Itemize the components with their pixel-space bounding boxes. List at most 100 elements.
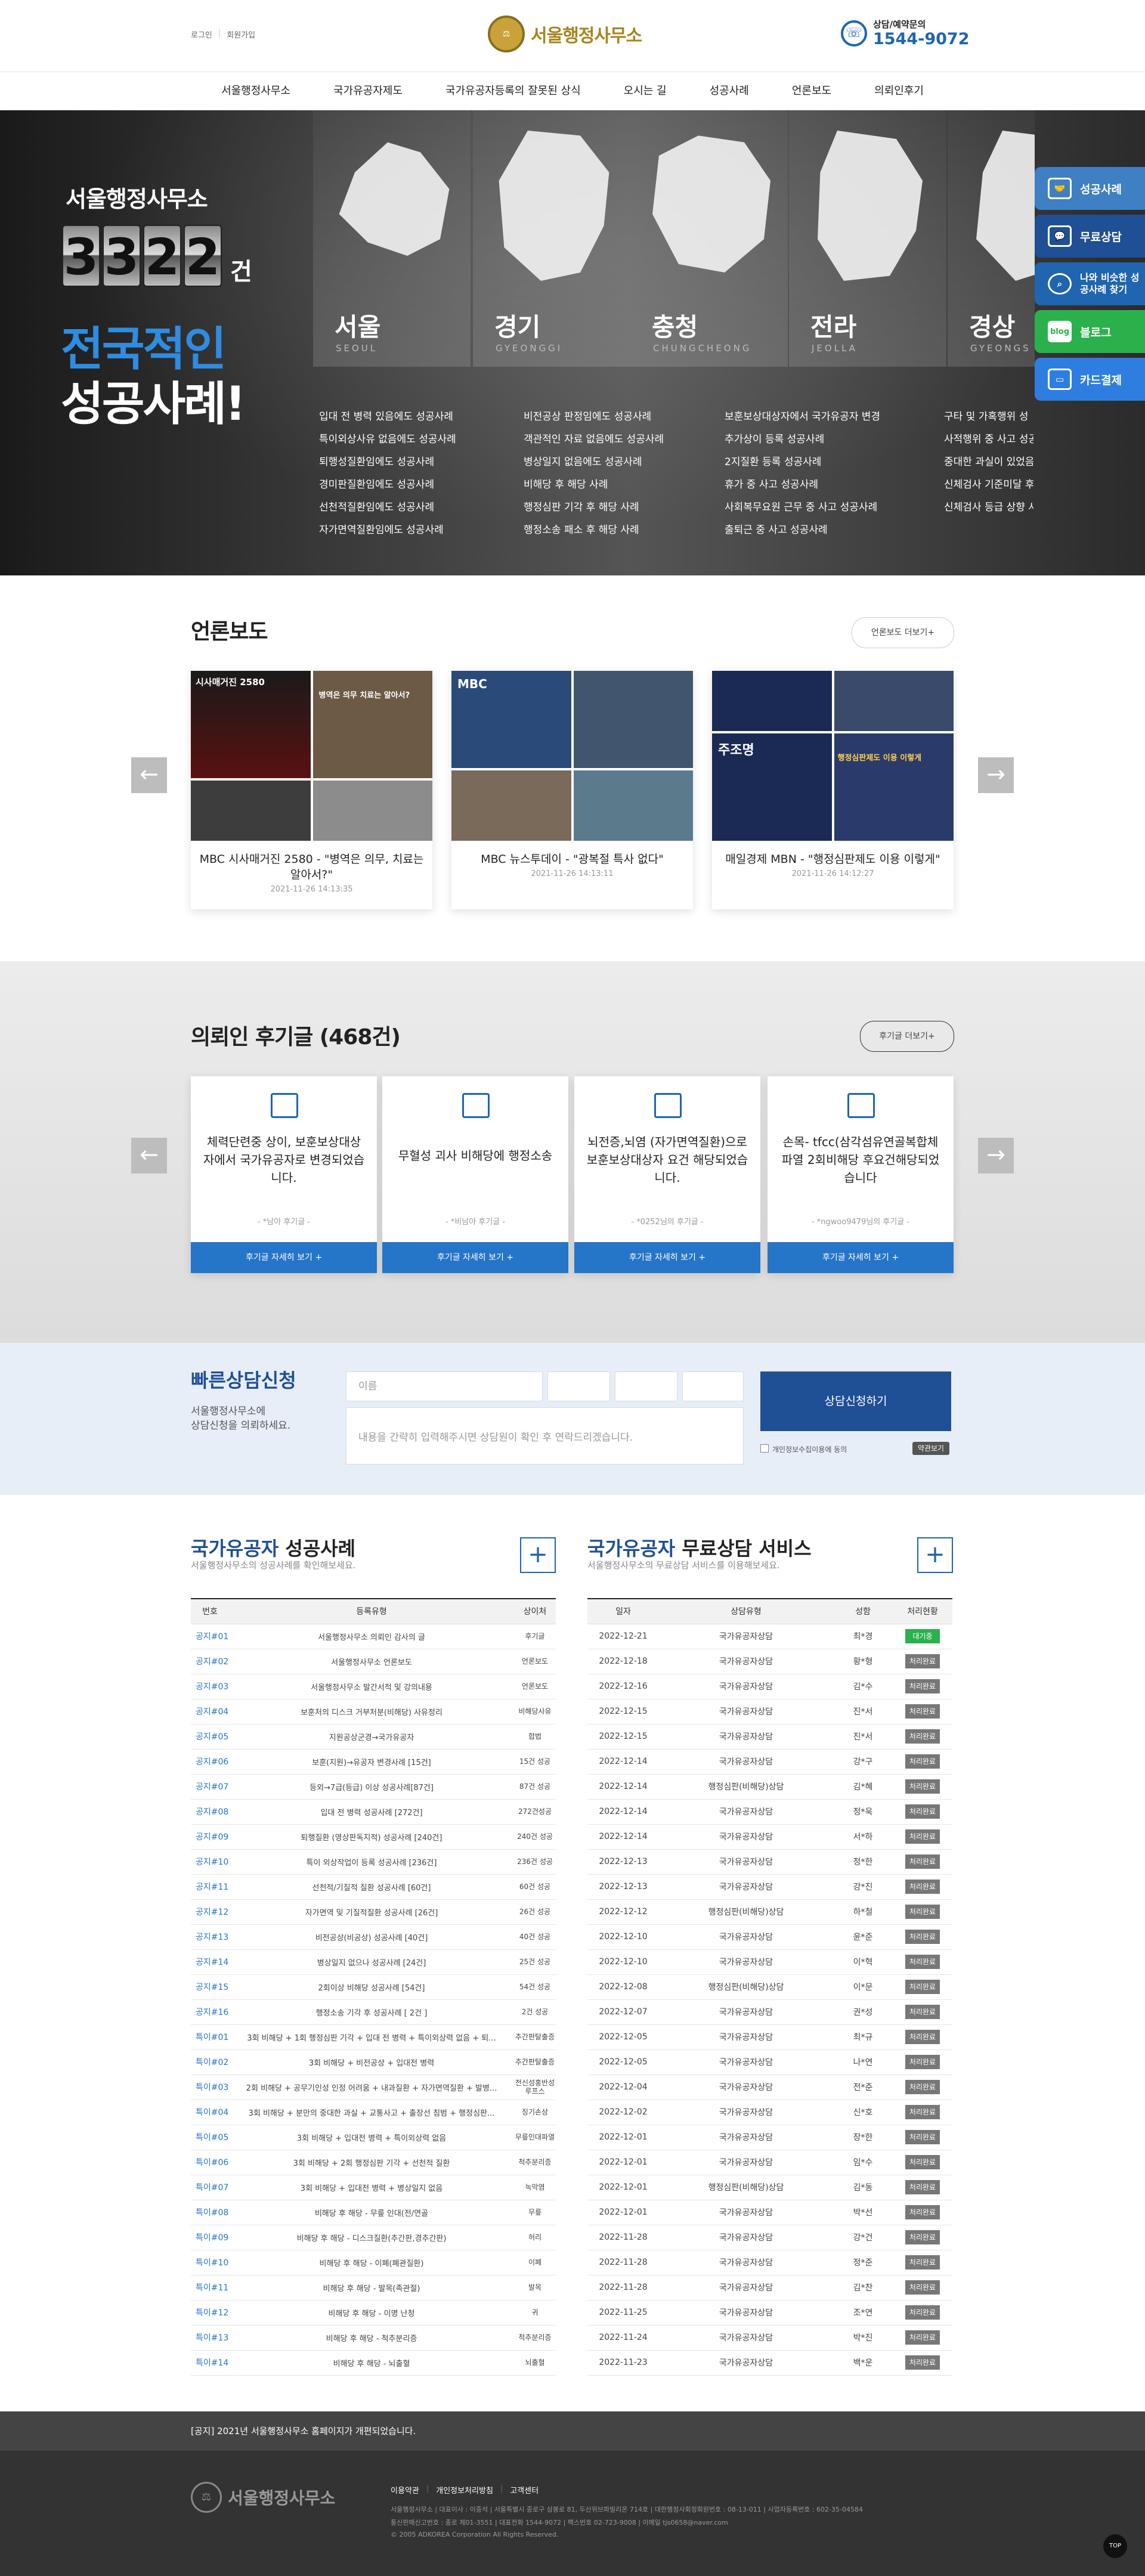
name-input[interactable]: 이름 xyxy=(346,1371,543,1401)
table-row[interactable]: 특이#13 비해당 후 해당 - 척추분리증 척추분리증 xyxy=(191,2325,556,2351)
nav-item-press[interactable]: 언론보도 xyxy=(770,72,853,110)
table-row[interactable]: 2022-12-01 국가유공자상담 박*선 처리완료 xyxy=(587,2200,952,2225)
case-link[interactable]: 선천적질환임에도 성공사례 xyxy=(319,496,456,519)
table-row[interactable]: 2022-12-15 국가유공자상담 진*서 처리완료 xyxy=(587,1699,952,1724)
phone-input-2[interactable] xyxy=(615,1371,677,1401)
review-card[interactable]: 뇌전증,뇌염 (자가면역질환)으로 보훈보상대상자 요건 해당되었습니다. - … xyxy=(574,1076,760,1273)
case-link[interactable]: 행정소송 패소 후 해당 사례 xyxy=(524,519,664,541)
cases-more-plus-icon[interactable]: + xyxy=(520,1537,556,1573)
region-chungcheong[interactable]: 충청 CHUNGCHEONG xyxy=(630,110,788,367)
case-link[interactable]: 신체검사 등급 상향 사례 xyxy=(944,496,1033,519)
table-row[interactable]: 2022-12-18 국가유공자상담 황*형 처리완료 xyxy=(587,1649,952,1674)
case-link[interactable]: 경미판질환임에도 성공사례 xyxy=(319,473,456,496)
join-link[interactable]: 회원가입 xyxy=(227,29,255,40)
table-row[interactable]: 2022-12-02 국가유공자상담 신*호 처리완료 xyxy=(587,2100,952,2125)
table-row[interactable]: 특이#02 3회 비해당 + 비전공상 + 입대전 병력 추간판탈출증 xyxy=(191,2049,556,2075)
table-row[interactable]: 2022-12-15 국가유공자상담 진*서 처리완료 xyxy=(587,1724,952,1750)
case-link[interactable]: 구타 및 가혹행위 성 xyxy=(944,405,1033,428)
table-row[interactable]: 2022-11-28 국가유공자상담 정*준 처리완료 xyxy=(587,2250,952,2275)
table-row[interactable]: 공지#05 지원공상군경→국가유공자 합법 xyxy=(191,1724,556,1750)
table-row[interactable]: 2022-12-01 국가유공자상담 임*수 처리완료 xyxy=(587,2150,952,2175)
table-row[interactable]: 특이#12 비해당 후 해당 - 이명 난청 귀 xyxy=(191,2300,556,2326)
table-row[interactable]: 2022-12-04 국가유공자상담 전*준 처리완료 xyxy=(587,2075,952,2100)
table-row[interactable]: 2022-12-14 국가유공자상담 서*하 처리완료 xyxy=(587,1824,952,1850)
table-row[interactable]: 공지#15 2회이상 비해당 성공사례 [54건] 54건 성공 xyxy=(191,1974,556,2000)
case-link[interactable]: 특이외상사유 없음에도 성공사례 xyxy=(319,428,456,451)
case-link[interactable]: 출퇴근 중 사고 성공사례 xyxy=(725,519,880,541)
terms-link[interactable]: 이용약관 xyxy=(391,2484,419,2496)
notice-text[interactable]: [공지] 2021년 서울행정사무소 홈페이지가 개편되었습니다. xyxy=(191,2425,416,2437)
review-card[interactable]: 무혈성 괴사 비해당에 행정소송 - *비남아 후기글 - 후기글 자세히 보기… xyxy=(382,1076,568,1273)
review-detail-button[interactable]: 후기글 자세히 보기 + xyxy=(768,1242,954,1273)
phone-input-1[interactable] xyxy=(547,1371,610,1401)
top-button[interactable]: TOP xyxy=(1103,2534,1127,2558)
reviews-prev-arrow-icon[interactable]: ← xyxy=(131,1138,167,1174)
press-prev-arrow-icon[interactable]: ← xyxy=(131,757,167,793)
consult-submit-button[interactable]: 상담신청하기 xyxy=(760,1371,951,1431)
table-row[interactable]: 특이#07 3회 비해당 + 입대전 병력 + 병상일지 없음 녹막염 xyxy=(191,2175,556,2200)
quick-cases-button[interactable]: 🤝 성공사례 xyxy=(1035,167,1145,210)
case-link[interactable]: 행정심판 기각 후 해당 사례 xyxy=(524,496,664,519)
table-row[interactable]: 2022-12-16 국가유공자상담 김*수 처리완료 xyxy=(587,1674,952,1699)
case-link[interactable]: 사적행위 중 사고 성공사례 xyxy=(944,428,1033,451)
review-detail-button[interactable]: 후기글 자세히 보기 + xyxy=(191,1242,377,1273)
quick-consult-button[interactable]: 💬 무료상담 xyxy=(1035,215,1145,258)
privacy-link[interactable]: 개인정보처리방침 xyxy=(436,2484,493,2496)
terms-view-button[interactable]: 약관보기 xyxy=(912,1442,949,1455)
table-row[interactable]: 2022-11-28 국가유공자상담 강*건 처리완료 xyxy=(587,2225,952,2250)
press-more-button[interactable]: 언론보도 더보기+ xyxy=(852,617,954,648)
table-row[interactable]: 공지#16 행정소송 기각 후 성공사례 [ 2건 ] 2건 성공 xyxy=(191,1999,556,2025)
table-row[interactable]: 특이#05 3회 비해당 + 입대전 병력 + 특이외상력 없음 무릎인대파열 xyxy=(191,2125,556,2150)
table-row[interactable]: 2022-12-10 국가유공자상담 윤*준 처리완료 xyxy=(587,1924,952,1950)
table-row[interactable]: 공지#07 등외→7급(등급) 이상 성공사례[87건] 87건 성공 xyxy=(191,1774,556,1800)
region-jeolla[interactable]: 전라 JEOLLA xyxy=(789,110,946,367)
table-row[interactable]: 특이#08 비해당 후 해당 - 무릎 인대(전/연골 무릎 xyxy=(191,2200,556,2225)
message-input[interactable]: 내용을 간략히 입력해주시면 상담원이 확인 후 연락드리겠습니다. xyxy=(346,1407,744,1465)
table-row[interactable]: 2022-12-13 국가유공자상담 강*진 처리완료 xyxy=(587,1874,952,1900)
case-link[interactable]: 사회복무요원 근무 중 사고 성공사례 xyxy=(725,496,880,519)
login-link[interactable]: 로그인 xyxy=(191,29,212,40)
review-card[interactable]: 체력단련중 상이, 보훈보상대상자에서 국가유공자로 변경되었습니다. - *남… xyxy=(191,1076,377,1273)
case-link[interactable]: 2지질환 등록 성공사례 xyxy=(725,451,880,473)
nav-item-cases[interactable]: 성공사례 xyxy=(688,72,770,110)
nav-item-location[interactable]: 오시는 길 xyxy=(602,72,688,110)
case-link[interactable]: 신체검사 기준미달 후 등급판정사례 xyxy=(944,473,1033,496)
case-link[interactable]: 병상일지 없음에도 성공사례 xyxy=(524,451,664,473)
table-row[interactable]: 특이#01 3회 비해당 + 1회 행정심판 기각 + 입대 전 병력 + 특이외… xyxy=(191,2024,556,2050)
table-row[interactable]: 공지#14 병상일지 없으나 성공사례 [24건] 25건 성공 xyxy=(191,1949,556,1975)
table-row[interactable]: 2022-12-14 국가유공자상담 강*구 처리완료 xyxy=(587,1749,952,1775)
table-row[interactable]: 공지#01 서울행정사무소 의뢰인 감사의 글 후기글 xyxy=(191,1624,556,1649)
press-next-arrow-icon[interactable]: → xyxy=(978,757,1014,793)
table-row[interactable]: 공지#10 특이 외상작업이 등록 성공사례 [236건] 236건 성공 xyxy=(191,1849,556,1875)
table-row[interactable]: 2022-12-14 국가유공자상담 정*욱 처리완료 xyxy=(587,1799,952,1825)
case-link[interactable]: 입대 전 병력 있음에도 성공사례 xyxy=(319,405,456,428)
nav-item-system[interactable]: 국가유공자제도 xyxy=(312,72,424,110)
case-link[interactable]: 자가면역질환임에도 성공사례 xyxy=(319,519,456,541)
case-link[interactable]: 휴가 중 사고 성공사례 xyxy=(725,473,880,496)
nav-item-myth[interactable]: 국가유공자등록의 잘못된 상식 xyxy=(424,72,602,110)
case-link[interactable]: 객관적인 자료 없음에도 성공사례 xyxy=(524,428,664,451)
table-row[interactable]: 2022-12-12 행정심판(비해당)상담 하*철 처리완료 xyxy=(587,1899,952,1925)
table-row[interactable]: 공지#04 보훈처의 디스크 거부처분(비해당) 사유정리 비해당사유 xyxy=(191,1699,556,1724)
reviews-more-button[interactable]: 후기글 더보기+ xyxy=(860,1021,954,1052)
support-link[interactable]: 고객센터 xyxy=(510,2484,539,2496)
region-gyeonggi[interactable]: 경기 GYEONGGI xyxy=(473,110,630,367)
nav-item-office[interactable]: 서울행정사무소 xyxy=(200,72,312,110)
table-row[interactable]: 2022-12-10 국가유공자상담 이*혁 처리완료 xyxy=(587,1949,952,1975)
press-card[interactable]: 시사매거진 2580 병역은 의무 치료는 알아서? MBC 시사매거진 258… xyxy=(191,671,432,909)
table-row[interactable]: 2022-11-28 국가유공자상담 김*찬 처리완료 xyxy=(587,2275,952,2301)
nav-item-reviews[interactable]: 의뢰인후기 xyxy=(853,72,945,110)
table-row[interactable]: 특이#14 비해당 후 해당 - 뇌출혈 뇌출혈 xyxy=(191,2350,556,2376)
case-link[interactable]: 비해당 후 해당 사례 xyxy=(524,473,664,496)
press-card[interactable]: 주조명 행정심판제도 이용 이렇게 매일경제 MBN - "행정심판제도 이용 … xyxy=(712,671,954,909)
phone-input-3[interactable] xyxy=(682,1371,744,1401)
table-row[interactable]: 2022-12-05 국가유공자상담 나*연 처리완료 xyxy=(587,2049,952,2075)
quick-similar-button[interactable]: ⌕ 나와 비슷한 성공사례 찾기 xyxy=(1035,262,1145,305)
table-row[interactable]: 2022-11-24 국가유공자상담 박*진 처리완료 xyxy=(587,2325,952,2351)
table-row[interactable]: 2022-12-07 국가유공자상담 권*성 처리완료 xyxy=(587,1999,952,2025)
table-row[interactable]: 2022-11-23 국가유공자상담 백*운 처리완료 xyxy=(587,2350,952,2376)
case-link[interactable]: 비전공상 판정임에도 성공사례 xyxy=(524,405,664,428)
consult-more-plus-icon[interactable]: + xyxy=(917,1537,953,1573)
site-logo[interactable]: ⚖ 서울행정사무소 xyxy=(488,16,642,52)
table-row[interactable]: 2022-12-01 국가유공자상담 장*한 처리완료 xyxy=(587,2125,952,2150)
